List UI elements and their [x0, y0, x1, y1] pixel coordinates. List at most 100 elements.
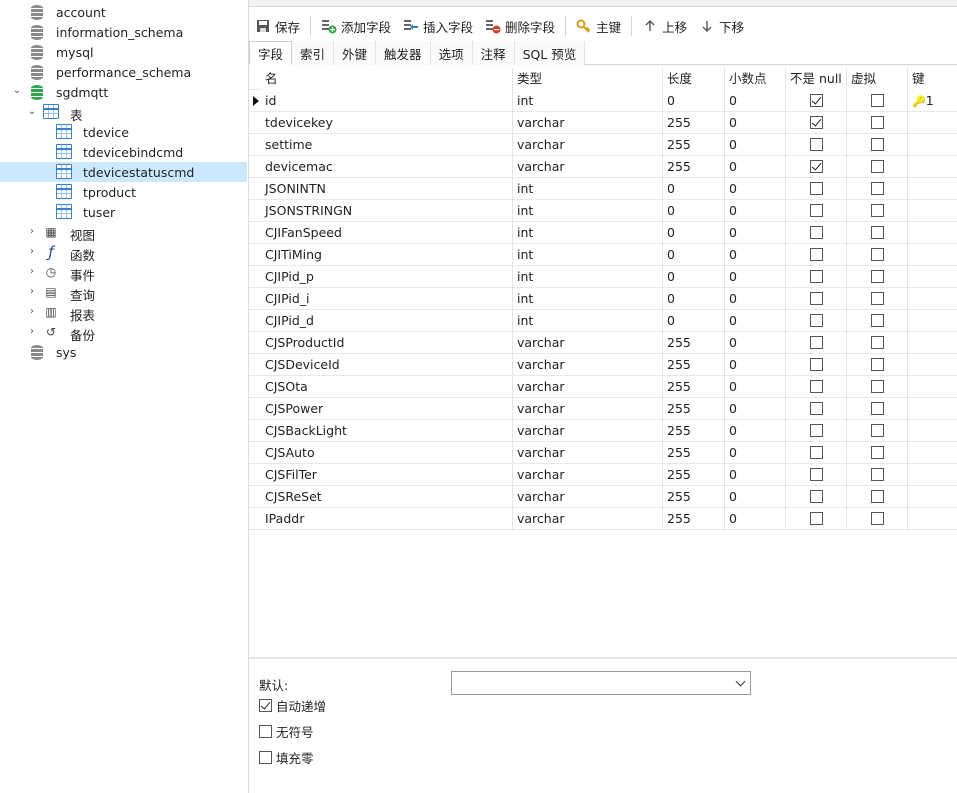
field-decimals-cell[interactable]: 0	[725, 398, 786, 420]
not-null-checkbox[interactable]	[810, 182, 823, 195]
field-length-cell[interactable]: 255	[663, 420, 725, 442]
virtual-cell[interactable]	[847, 398, 908, 420]
tree-item-performance_schema[interactable]: performance_schema	[0, 62, 247, 82]
field-type-cell[interactable]: varchar	[513, 134, 663, 156]
virtual-checkbox[interactable]	[871, 380, 884, 393]
tree-item-tproduct[interactable]: tproduct	[0, 182, 247, 202]
virtual-cell[interactable]	[847, 112, 908, 134]
field-type-cell[interactable]: varchar	[513, 398, 663, 420]
not-null-checkbox[interactable]	[810, 358, 823, 371]
key-cell[interactable]	[908, 178, 957, 200]
field-decimals-cell[interactable]: 0	[725, 442, 786, 464]
tab-2[interactable]: 外键	[334, 41, 377, 65]
not-null-cell[interactable]	[786, 266, 847, 288]
column-header-key[interactable]: 键	[908, 68, 957, 90]
chevron-right-icon[interactable]: ›	[27, 246, 37, 257]
chevron-right-icon[interactable]: ›	[27, 286, 37, 297]
field-name-cell[interactable]: CJSAuto	[261, 442, 513, 464]
tree-item-表[interactable]: ⌄ 表	[0, 102, 247, 123]
key-cell[interactable]: 🔑1	[908, 90, 957, 112]
tree-item-tdevicebindcmd[interactable]: tdevicebindcmd	[0, 142, 247, 162]
field-name-cell[interactable]: CJSBackLight	[261, 420, 513, 442]
not-null-cell[interactable]	[786, 134, 847, 156]
field-decimals-cell[interactable]: 0	[725, 90, 786, 112]
field-length-cell[interactable]: 255	[663, 332, 725, 354]
not-null-checkbox[interactable]	[810, 336, 823, 349]
tree-item-tdevice[interactable]: tdevice	[0, 122, 247, 142]
virtual-cell[interactable]	[847, 134, 908, 156]
field-decimals-cell[interactable]: 0	[725, 178, 786, 200]
field-length-cell[interactable]: 255	[663, 398, 725, 420]
field-type-cell[interactable]: int	[513, 200, 663, 222]
column-header-not-null[interactable]: 不是 null	[786, 68, 847, 90]
field-decimals-cell[interactable]: 0	[725, 464, 786, 486]
field-type-cell[interactable]: int	[513, 222, 663, 244]
not-null-cell[interactable]	[786, 200, 847, 222]
not-null-cell[interactable]	[786, 398, 847, 420]
virtual-cell[interactable]	[847, 354, 908, 376]
field-row[interactable]: CJSOta varchar 255 0	[249, 376, 957, 398]
not-null-cell[interactable]	[786, 508, 847, 530]
field-type-cell[interactable]: int	[513, 244, 663, 266]
virtual-checkbox[interactable]	[871, 314, 884, 327]
not-null-checkbox[interactable]	[810, 446, 823, 459]
column-header-decimals[interactable]: 小数点	[725, 68, 786, 90]
virtual-cell[interactable]	[847, 90, 908, 112]
virtual-cell[interactable]	[847, 486, 908, 508]
chevron-right-icon[interactable]: ›	[27, 266, 37, 277]
column-header-name[interactable]: 名	[261, 68, 513, 90]
not-null-cell[interactable]	[786, 156, 847, 178]
field-type-cell[interactable]: varchar	[513, 442, 663, 464]
field-length-cell[interactable]: 255	[663, 486, 725, 508]
chevron-right-icon[interactable]: ›	[27, 326, 37, 337]
zerofill-option[interactable]: 填充零	[259, 748, 314, 766]
field-row[interactable]: JSONINTN int 0 0	[249, 178, 957, 200]
tab-5[interactable]: 注释	[472, 41, 515, 65]
not-null-checkbox[interactable]	[810, 204, 823, 217]
field-length-cell[interactable]: 255	[663, 134, 725, 156]
virtual-checkbox[interactable]	[871, 270, 884, 283]
field-type-cell[interactable]: varchar	[513, 486, 663, 508]
virtual-cell[interactable]	[847, 222, 908, 244]
field-row[interactable]: CJIPid_i int 0 0	[249, 288, 957, 310]
tree-item-tuser[interactable]: tuser	[0, 202, 247, 222]
field-name-cell[interactable]: CJSProductId	[261, 332, 513, 354]
primary-key-button[interactable]: 主键	[570, 14, 627, 38]
field-row[interactable]: CJSPower varchar 255 0	[249, 398, 957, 420]
not-null-checkbox[interactable]	[810, 248, 823, 261]
virtual-checkbox[interactable]	[871, 446, 884, 459]
field-decimals-cell[interactable]: 0	[725, 222, 786, 244]
not-null-cell[interactable]	[786, 354, 847, 376]
not-null-cell[interactable]	[786, 464, 847, 486]
field-name-cell[interactable]: CJIPid_d	[261, 310, 513, 332]
virtual-cell[interactable]	[847, 156, 908, 178]
tree-item-account[interactable]: account	[0, 2, 247, 22]
field-length-cell[interactable]: 0	[663, 178, 725, 200]
field-row[interactable]: settime varchar 255 0	[249, 134, 957, 156]
virtual-checkbox[interactable]	[871, 116, 884, 129]
field-name-cell[interactable]: id	[261, 90, 513, 112]
key-cell[interactable]	[908, 288, 957, 310]
not-null-checkbox[interactable]	[810, 226, 823, 239]
field-type-cell[interactable]: int	[513, 178, 663, 200]
key-cell[interactable]	[908, 376, 957, 398]
field-decimals-cell[interactable]: 0	[725, 156, 786, 178]
field-row[interactable]: JSONSTRINGN int 0 0	[249, 200, 957, 222]
field-decimals-cell[interactable]: 0	[725, 508, 786, 530]
field-decimals-cell[interactable]: 0	[725, 354, 786, 376]
tree-item-information_schema[interactable]: information_schema	[0, 22, 247, 42]
field-row[interactable]: CJITiMing int 0 0	[249, 244, 957, 266]
tree-item-备份[interactable]: › ↺ 备份	[0, 322, 247, 343]
key-cell[interactable]	[908, 266, 957, 288]
field-length-cell[interactable]: 255	[663, 156, 725, 178]
field-decimals-cell[interactable]: 0	[725, 288, 786, 310]
field-row[interactable]: CJSReSet varchar 255 0	[249, 486, 957, 508]
virtual-checkbox[interactable]	[871, 204, 884, 217]
field-length-cell[interactable]: 0	[663, 266, 725, 288]
field-name-cell[interactable]: CJSReSet	[261, 486, 513, 508]
field-row[interactable]: CJSAuto varchar 255 0	[249, 442, 957, 464]
key-cell[interactable]	[908, 442, 957, 464]
field-name-cell[interactable]: CJSPower	[261, 398, 513, 420]
zerofill-checkbox[interactable]	[259, 750, 272, 764]
field-name-cell[interactable]: JSONINTN	[261, 178, 513, 200]
